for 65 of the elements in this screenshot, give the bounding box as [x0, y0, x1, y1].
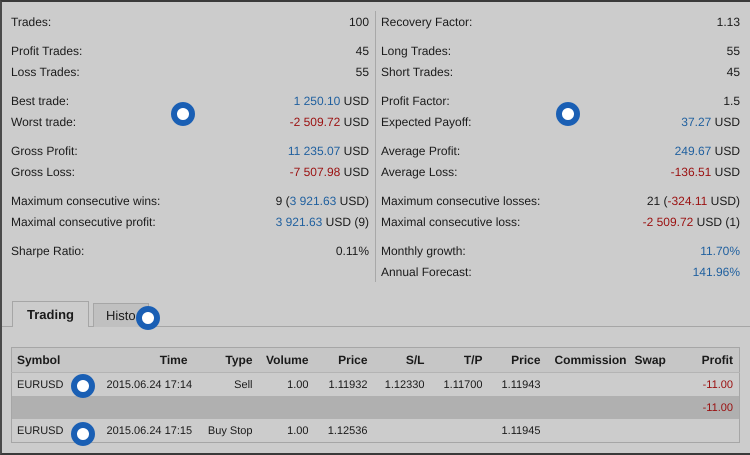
stat-label: Trades:	[11, 14, 52, 28]
stat-label: Profit Trades:	[11, 44, 82, 58]
stat-value: 1.13	[716, 14, 740, 28]
stat-value: 55	[356, 64, 369, 78]
table-cell: EURUSD	[17, 378, 64, 390]
table-cell: Buy Stop	[208, 424, 252, 436]
stat-label: Loss Trades:	[11, 64, 80, 78]
stat-value: 21 (-324.11 USD)	[646, 194, 740, 208]
touch-marker-overlay	[136, 306, 160, 330]
table-cell: EURUSD	[17, 424, 64, 436]
stat-value: 11 235.07 USD	[288, 144, 369, 158]
stat-value: 0.11%	[336, 244, 369, 258]
stat-value: 1 250.10 USD	[294, 94, 369, 108]
column-header[interactable]: Time	[160, 353, 188, 367]
stat-label: Annual Forecast:	[381, 264, 472, 278]
stat-label: Maximum consecutive wins:	[11, 194, 160, 208]
stat-value: 249.67 USD	[674, 144, 740, 158]
stat-value: 1.5	[723, 94, 740, 108]
stat-label: Average Profit:	[381, 144, 460, 158]
tab[interactable]: Trading	[12, 301, 89, 327]
stat-label: Maximal consecutive loss:	[381, 214, 520, 228]
stat-label: Average Loss:	[381, 164, 458, 178]
stat-label: Sharpe Ratio:	[11, 244, 84, 258]
stat-label: Gross Loss:	[11, 164, 76, 178]
stat-label: Maximum consecutive losses:	[381, 194, 540, 208]
table-cell: Sell	[234, 378, 252, 390]
table-cell: 2015.06.24 17:14	[106, 378, 192, 390]
table-cell: 1.12536	[328, 424, 368, 436]
stat-value: 55	[726, 44, 740, 58]
table-cell: 1.11700	[444, 378, 482, 390]
stat-label: Recovery Factor:	[381, 14, 472, 28]
stat-label: Expected Payoff:	[381, 114, 472, 128]
table-cell: 1.00	[287, 378, 308, 390]
stat-label: Long Trades:	[381, 44, 452, 58]
stat-label: Gross Profit:	[11, 144, 78, 158]
stat-value: -7 507.98 USD	[290, 164, 369, 178]
stat-value: -136.51 USD	[670, 164, 740, 178]
column-header[interactable]: T/P	[464, 353, 482, 367]
touch-marker-overlay	[556, 102, 580, 126]
stat-label: Short Trades:	[381, 64, 454, 78]
stat-label: Maximal consecutive profit:	[11, 214, 156, 228]
stat-value: 3 921.63 USD (9)	[276, 214, 369, 228]
table-cell: 2015.06.24 17:15	[106, 424, 192, 436]
stat-value: -2 509.72 USD (1)	[642, 214, 740, 228]
stat-value: 45	[356, 44, 369, 58]
stat-label: Profit Factor:	[381, 94, 450, 108]
table-cell: 1.11943	[502, 378, 540, 390]
column-header[interactable]: S/L	[406, 353, 424, 367]
table-cell: 1.00	[287, 424, 308, 436]
stat-value: 45	[726, 64, 740, 78]
stat-value: 11.70%	[700, 244, 740, 258]
stat-value: -2 509.72 USD	[290, 114, 369, 128]
table-cell: -11.00	[702, 402, 733, 414]
stat-value: 9 (3 921.63 USD)	[276, 194, 369, 208]
stat-label: Worst trade:	[11, 114, 76, 128]
table-cell: -11.00	[702, 378, 733, 390]
stat-label: Monthly growth:	[381, 244, 466, 258]
table-cell: 1.11945	[502, 424, 540, 436]
stat-label: Best trade:	[11, 94, 70, 108]
table-cell: 1.11932	[328, 378, 368, 390]
stat-value: 141.96%	[692, 264, 740, 278]
stat-value: 100	[348, 14, 369, 28]
touch-marker-overlay	[171, 102, 195, 126]
stat-value: 37.27 USD	[681, 114, 740, 128]
table-cell: 1.12330	[384, 378, 424, 390]
